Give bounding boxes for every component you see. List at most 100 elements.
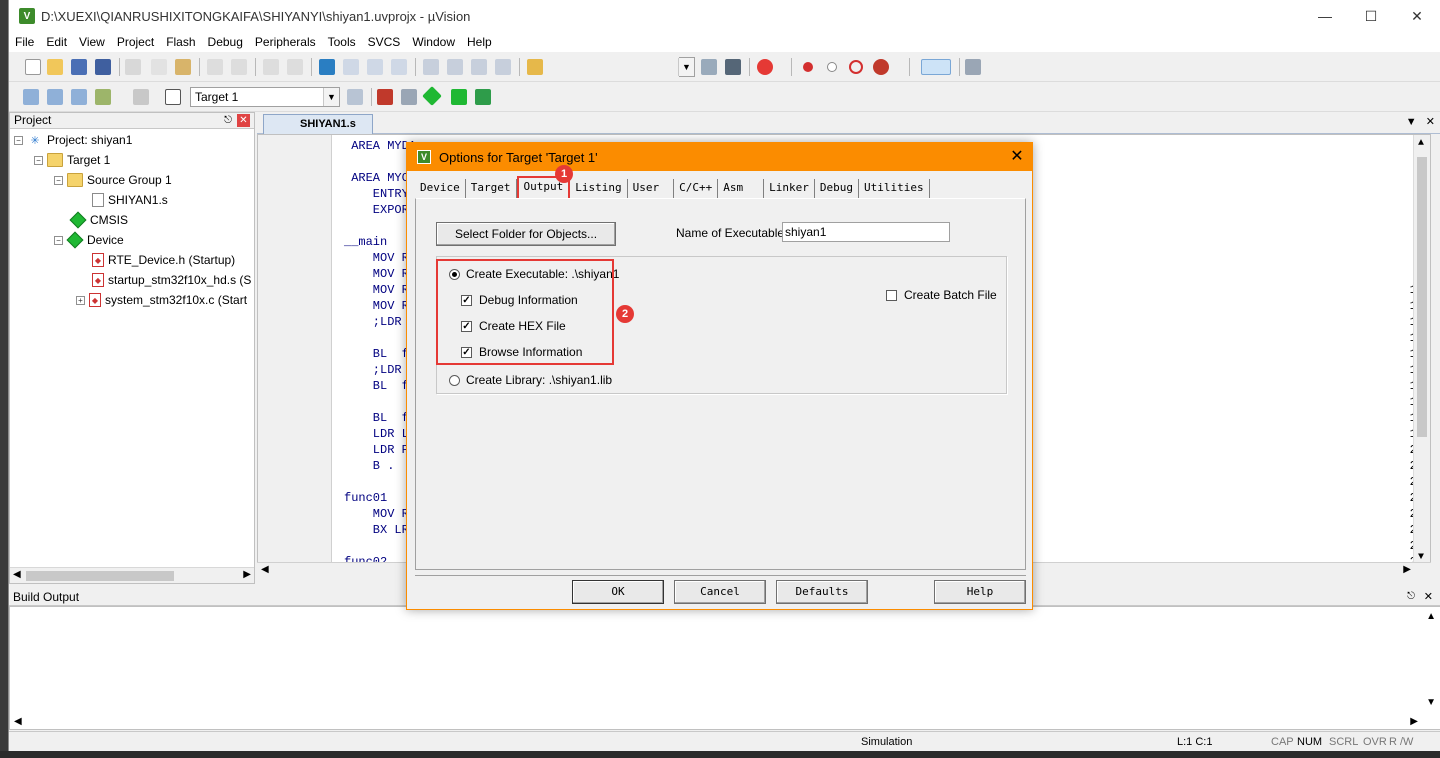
tab-asm[interactable]: Asm — [718, 179, 765, 199]
menu-edit[interactable]: Edit — [40, 35, 73, 49]
scroll-right-icon[interactable]: ▶ — [243, 569, 251, 580]
start-debug-icon[interactable] — [757, 59, 773, 75]
tree-item-project[interactable]: − ✳ Project: shiyan1 — [14, 130, 132, 150]
build-icon[interactable] — [47, 89, 63, 105]
tree-item-target[interactable]: − Target 1 — [34, 150, 110, 170]
menu-view[interactable]: View — [73, 35, 111, 49]
create-batch-file-option[interactable]: Create Batch File — [886, 288, 997, 302]
project-hscroll[interactable]: ◀ ▶ — [10, 567, 254, 583]
clear-bookmarks-icon[interactable] — [391, 59, 407, 75]
manage-rte-icon[interactable] — [422, 86, 442, 106]
find-dropdown[interactable]: ▼ — [678, 57, 695, 77]
collapse-icon[interactable]: − — [54, 175, 63, 185]
menu-svcs[interactable]: SVCS — [362, 35, 407, 49]
pack-installer-icon[interactable] — [475, 89, 491, 105]
target-select[interactable]: Target 1 ▼ — [190, 87, 340, 107]
incremental-find-icon[interactable] — [725, 59, 741, 75]
minimize-button[interactable]: — — [1302, 0, 1348, 32]
menu-flash[interactable]: Flash — [160, 35, 201, 49]
insert-breakpoint-icon[interactable] — [803, 62, 813, 72]
select-packs-icon[interactable] — [451, 89, 467, 105]
unindent-icon[interactable] — [447, 59, 463, 75]
menu-window[interactable]: Window — [406, 35, 461, 49]
scroll-left-icon[interactable]: ◀ — [13, 569, 21, 580]
tab-shiyan1[interactable]: SHIYAN1.s — [263, 114, 373, 134]
build-output-area[interactable]: ▲ ▼ ◀ ▶ — [9, 606, 1440, 730]
tree-item-file[interactable]: + ◆ system_stm32f10x.c (Start — [76, 290, 247, 310]
create-library-option[interactable]: Create Library: .\shiyan1.lib — [449, 373, 612, 387]
collapse-icon[interactable]: − — [34, 155, 43, 165]
scroll-up-icon[interactable]: ▲ — [1426, 611, 1436, 622]
nav-back-icon[interactable] — [263, 59, 279, 75]
create-library-radio[interactable] — [449, 374, 460, 386]
name-of-executable-field[interactable]: shiyan1 — [782, 222, 950, 242]
close-button[interactable]: ✕ — [1394, 0, 1440, 32]
tab-listing[interactable]: Listing — [570, 179, 628, 199]
editor-vscroll[interactable]: ▲ ▼ — [1413, 135, 1430, 577]
tab-utilities[interactable]: Utilities — [859, 179, 930, 199]
batch-build-icon[interactable] — [95, 89, 111, 105]
ok-button[interactable]: OK — [572, 580, 664, 604]
find-in-files-icon[interactable] — [527, 59, 543, 75]
prev-bookmark-icon[interactable] — [343, 59, 359, 75]
tree-item-file[interactable]: ◆ RTE_Device.h (Startup) — [92, 250, 235, 270]
tree-item-file[interactable]: SHIYAN1.s — [92, 190, 168, 210]
new-file-icon[interactable] — [25, 59, 41, 75]
cancel-button[interactable]: Cancel — [674, 580, 766, 604]
stop-build-icon[interactable] — [133, 89, 149, 105]
cut-icon[interactable] — [125, 59, 141, 75]
comment-icon[interactable] — [471, 59, 487, 75]
defaults-button[interactable]: Defaults — [776, 580, 868, 604]
collapse-icon[interactable]: − — [54, 235, 63, 245]
tree-item-file[interactable]: ◆ startup_stm32f10x_hd.s (S — [92, 270, 251, 290]
scroll-down-icon[interactable]: ▼ — [1426, 697, 1436, 708]
tree-item-device[interactable]: − Device — [54, 230, 124, 250]
next-bookmark-icon[interactable] — [367, 59, 383, 75]
save-all-icon[interactable] — [95, 59, 111, 75]
scroll-right-icon[interactable]: ▶ — [1403, 564, 1411, 575]
create-batch-file-checkbox[interactable] — [886, 289, 897, 301]
scroll-thumb[interactable] — [1417, 157, 1427, 437]
close-pane-icon[interactable]: ✕ — [1424, 588, 1433, 606]
tab-target[interactable]: Target — [466, 179, 517, 199]
menu-file[interactable]: File — [9, 35, 40, 49]
tab-user[interactable]: User — [628, 179, 675, 199]
enable-breakpoint-icon[interactable] — [827, 62, 837, 72]
nav-forward-icon[interactable] — [287, 59, 303, 75]
tab-controls[interactable]: ▼ ✕ — [1406, 115, 1435, 128]
undo-icon[interactable] — [207, 59, 223, 75]
configure-icon[interactable] — [965, 59, 981, 75]
rebuild-icon[interactable] — [71, 89, 87, 105]
maximize-button[interactable]: ☐ — [1348, 0, 1394, 32]
copy-icon[interactable] — [151, 59, 167, 75]
menu-project[interactable]: Project — [111, 35, 160, 49]
help-button[interactable]: Help — [934, 580, 1026, 604]
tab-debug[interactable]: Debug — [815, 179, 859, 199]
scroll-left-icon[interactable]: ◀ — [261, 564, 269, 575]
menu-tools[interactable]: Tools — [322, 35, 362, 49]
pin-icon[interactable]: ⎋ — [224, 113, 232, 128]
select-folder-button[interactable]: Select Folder for Objects... — [436, 222, 616, 246]
manage-project-icon[interactable] — [377, 89, 393, 105]
uncomment-icon[interactable] — [495, 59, 511, 75]
redo-icon[interactable] — [231, 59, 247, 75]
tab-c-cpp[interactable]: C/C++ — [674, 179, 719, 199]
menu-peripherals[interactable]: Peripherals — [249, 35, 322, 49]
bookmark-icon[interactable] — [319, 59, 335, 75]
translate-icon[interactable] — [23, 89, 39, 105]
load-icon[interactable] — [165, 89, 181, 105]
kill-breakpoints-icon[interactable] — [873, 59, 889, 75]
tree-item-source-group[interactable]: − Source Group 1 — [54, 170, 172, 190]
expand-icon[interactable]: + — [76, 295, 85, 305]
scroll-right-icon[interactable]: ▶ — [1410, 716, 1418, 727]
tab-device[interactable]: Device — [415, 179, 466, 199]
paste-icon[interactable] — [175, 59, 191, 75]
tree-item-cmsis[interactable]: CMSIS — [69, 210, 128, 230]
scroll-left-icon[interactable]: ◀ — [14, 716, 22, 727]
target-options-icon[interactable] — [347, 89, 363, 105]
scroll-up-icon[interactable]: ▲ — [1418, 138, 1424, 149]
find-icon[interactable] — [701, 59, 717, 75]
close-pane-icon[interactable]: ✕ — [237, 114, 250, 127]
save-icon[interactable] — [71, 59, 87, 75]
collapse-icon[interactable]: − — [14, 135, 23, 145]
